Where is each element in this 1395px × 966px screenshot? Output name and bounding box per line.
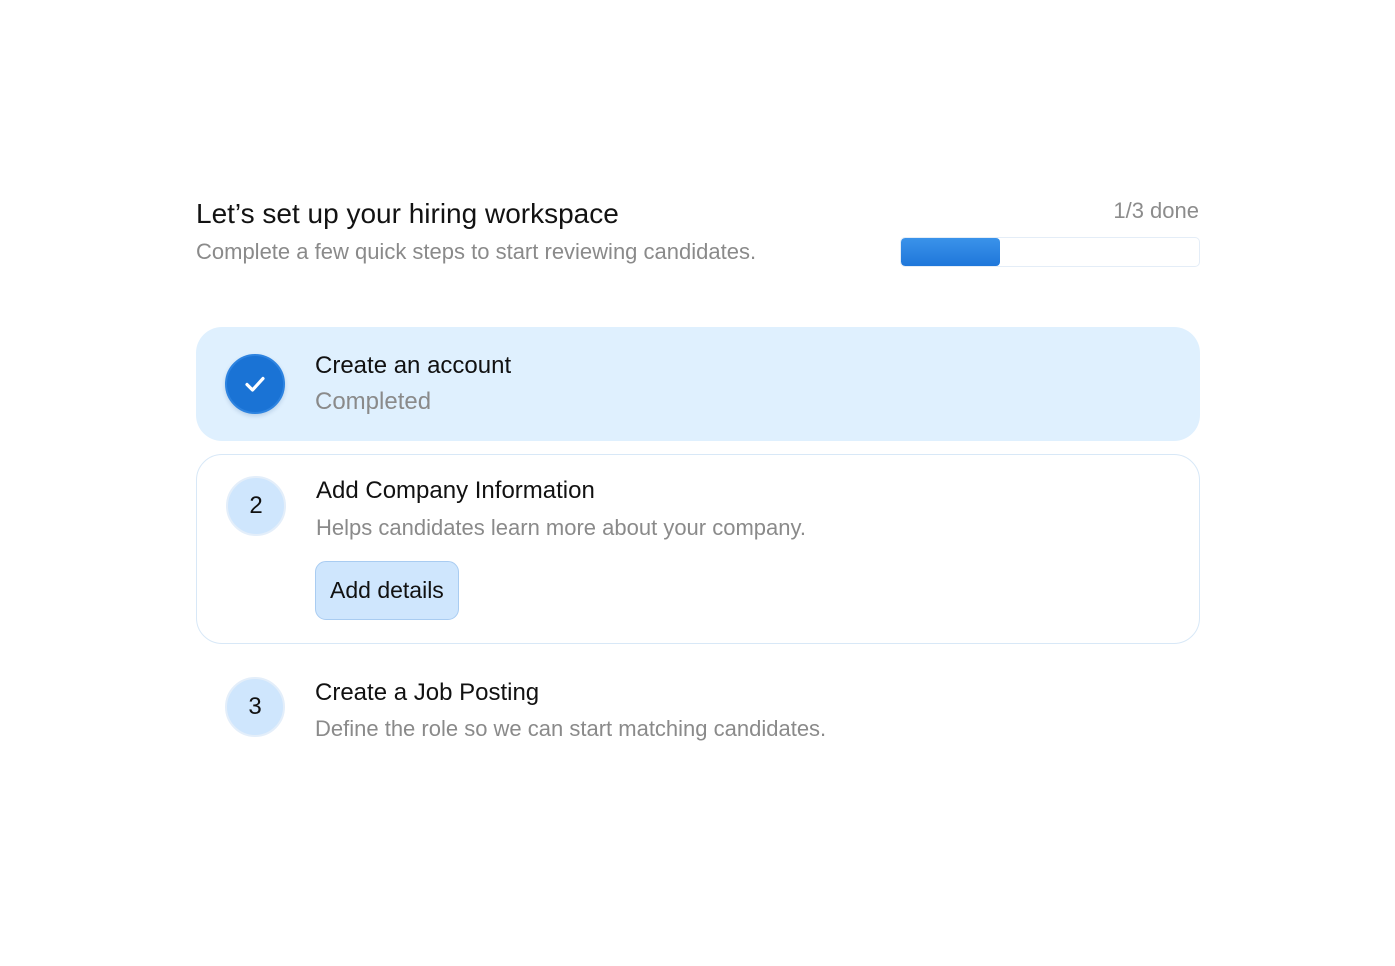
checklist-header: Let’s set up your hiring workspace Compl… <box>196 196 1200 306</box>
add-details-button[interactable]: Add details <box>315 561 459 620</box>
step-status: Completed <box>315 388 432 415</box>
onboarding-checklist: Let’s set up your hiring workspace Compl… <box>196 196 1200 741</box>
step-create-account: Create an account Completed <box>196 327 1200 441</box>
page-subtitle: Complete a few quick steps to start revi… <box>196 239 757 264</box>
progress-bar-fill <box>901 238 1001 266</box>
step-add-company-information: 2 Add Company Information Helps candidat… <box>196 454 1200 644</box>
step-number-badge: 3 <box>225 677 285 737</box>
step-title: Add Company Information <box>316 477 595 504</box>
check-icon <box>245 376 265 392</box>
progress-label: 1/3 done <box>1113 198 1199 223</box>
step-create-job-posting[interactable]: 3 Create a Job Posting Define the role s… <box>196 658 1200 768</box>
step-title: Create an account <box>315 352 512 379</box>
step-completed-indicator <box>225 354 285 414</box>
step-number-badge: 2 <box>226 476 286 536</box>
page-title: Let’s set up your hiring workspace <box>196 198 619 229</box>
progress-bar <box>900 237 1200 267</box>
step-description: Helps candidates learn more about your c… <box>316 515 806 540</box>
step-description: Define the role so we can start matching… <box>315 716 827 741</box>
step-title: Create a Job Posting <box>315 679 540 706</box>
